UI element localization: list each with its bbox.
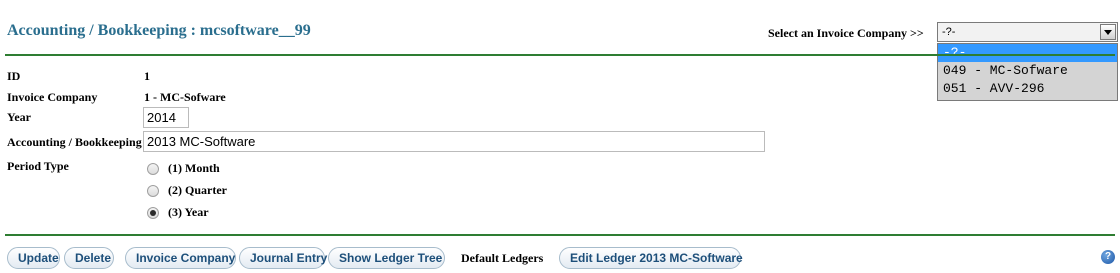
- page-title: Accounting / Bookkeeping : mcsoftware__9…: [7, 22, 311, 39]
- year-label: Year: [7, 110, 31, 124]
- bookkeeping-name-input[interactable]: [143, 131, 765, 152]
- delete-button[interactable]: Delete: [64, 247, 114, 269]
- period-type-label: Period Type: [7, 159, 69, 173]
- edit-ledger-button[interactable]: Edit Ledger 2013 MC-Software: [559, 247, 743, 269]
- period-radio-month[interactable]: [147, 162, 159, 175]
- divider-top: [5, 54, 1115, 56]
- invoice-company-select-label: Select an Invoice Company >>: [768, 26, 924, 40]
- invoice-company-value: 1 - MC-Sofware: [144, 90, 226, 104]
- question-mark-icon[interactable]: ?: [1101, 250, 1115, 264]
- chevron-down-icon[interactable]: [1100, 24, 1116, 40]
- period-option-quarter[interactable]: (2) Quarter: [147, 183, 227, 198]
- id-label: ID: [7, 69, 21, 83]
- invoice-company-options: -?- 049 - MC-Sofware 051 - AVV-296: [937, 43, 1118, 101]
- divider-bottom: [5, 234, 1115, 236]
- period-option-label: (3) Year: [168, 205, 209, 219]
- option-051[interactable]: 051 - AVV-296: [938, 80, 1117, 98]
- show-ledger-tree-button[interactable]: Show Ledger Tree: [328, 247, 445, 269]
- default-ledgers-label: Default Ledgers: [461, 251, 544, 265]
- period-option-year[interactable]: (3) Year: [147, 205, 209, 220]
- period-radio-quarter[interactable]: [147, 184, 159, 197]
- id-value: 1: [144, 69, 150, 83]
- update-button[interactable]: Update: [7, 247, 60, 269]
- year-input[interactable]: [143, 107, 189, 128]
- option-unset[interactable]: -?-: [938, 44, 1117, 62]
- journal-entry-button[interactable]: Journal Entry: [239, 247, 327, 269]
- period-option-month[interactable]: (1) Month: [147, 161, 220, 176]
- invoice-company-button[interactable]: Invoice Company: [125, 247, 236, 269]
- bookkeeping-label: Accounting / Bookkeeping: [7, 135, 142, 149]
- invoice-company-select-value: -?-: [942, 26, 956, 38]
- period-option-label: (2) Quarter: [168, 183, 227, 197]
- invoice-company-label: Invoice Company: [7, 90, 98, 104]
- invoice-company-select[interactable]: -?-: [937, 22, 1118, 42]
- period-radio-year[interactable]: [147, 206, 159, 219]
- period-option-label: (1) Month: [168, 161, 220, 175]
- option-049[interactable]: 049 - MC-Sofware: [938, 62, 1117, 80]
